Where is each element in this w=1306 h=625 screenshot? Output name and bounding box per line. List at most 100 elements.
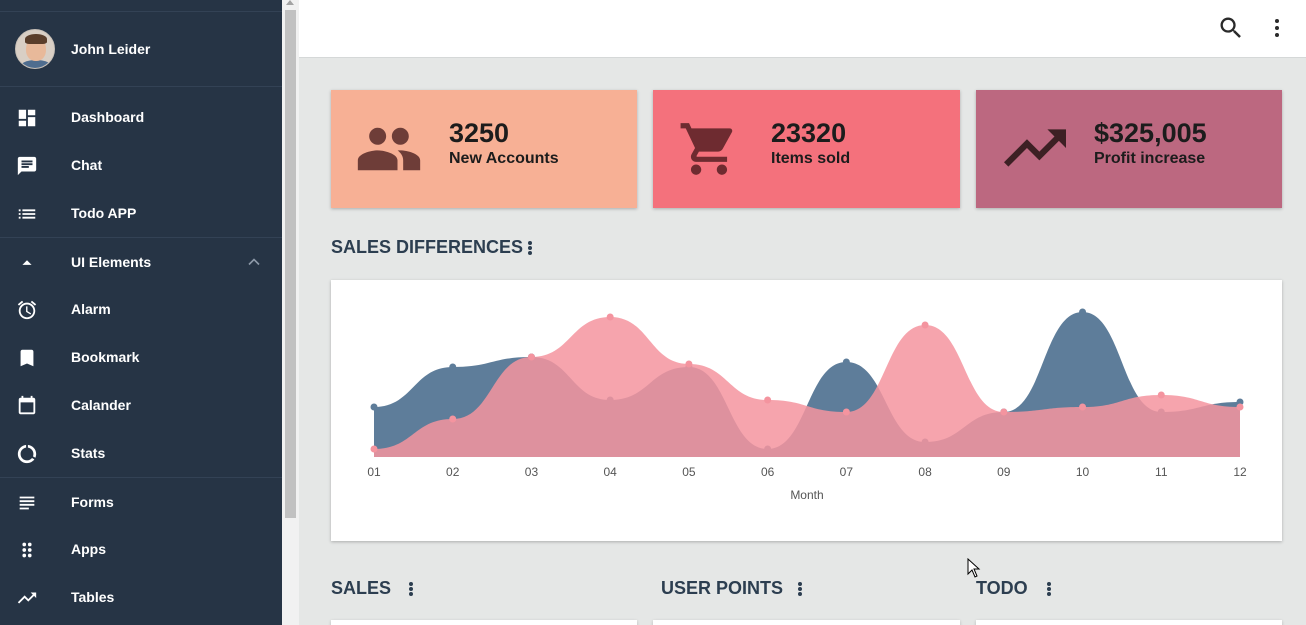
data-point-1-0[interactable] [370,445,378,453]
bookmark-icon [20,349,34,367]
data-point-1-11[interactable] [1236,403,1244,411]
x-tick-label: 09 [997,465,1011,479]
stat-card-items-sold: 23320 Items sold [653,90,960,208]
chat-icon [17,156,37,176]
sidebar-scrollbar[interactable] [282,0,299,625]
section-title-sales: SALES [331,578,392,598]
sidebar-group-ui-elements[interactable]: UI Elements [0,237,282,285]
trending-up-icon [1004,129,1066,167]
more-vert-icon[interactable] [527,240,533,258]
more-vert-icon[interactable] [797,581,803,599]
x-tick-label: 04 [604,465,618,479]
arrow-up-icon [22,260,32,265]
more-vert-icon[interactable] [1046,581,1052,599]
cart-icon [680,123,733,175]
data-point-1-2[interactable] [527,353,535,361]
top-app-bar [299,0,1306,58]
todo-card [976,620,1282,625]
section-title-sales-differences: SALES DIFFERENCES [331,237,524,257]
data-point-1-1[interactable] [449,415,457,423]
data-point-0-6[interactable] [842,358,850,366]
calendar-icon [18,395,36,415]
data-point-1-5[interactable] [764,396,772,404]
sidebar-item-stats[interactable]: Stats [0,429,282,477]
sidebar-item-label: Stats [71,445,106,461]
sidebar-item-chat[interactable]: Chat [0,141,282,189]
sidebar-item-apps[interactable]: Apps [0,525,282,573]
scroll-thumb[interactable] [285,10,296,518]
dashboard-icon [18,109,36,127]
sidebar-item-alarm[interactable]: Alarm [0,285,282,333]
sidebar-item-bookmark[interactable]: Bookmark [0,333,282,381]
data-point-0-1[interactable] [449,363,457,371]
x-tick-label: 06 [761,465,775,479]
search-icon[interactable] [1217,14,1245,42]
sidebar-item-tables[interactable]: Tables [0,573,282,621]
stat-caption: Items sold [771,150,851,167]
list-icon [18,209,36,219]
apps-icon [22,542,32,558]
profile-name: John Leider [71,41,151,57]
sidebar-item-label: Calander [71,397,131,413]
chevron-up-icon[interactable] [244,252,264,272]
sales-card [331,620,637,625]
stat-value: 23320 [771,118,847,148]
sidebar-item-label: Dashboard [71,109,145,125]
x-tick-label: 10 [1076,465,1090,479]
x-tick-label: 03 [525,465,539,479]
x-tick-label: 02 [446,465,460,479]
data-point-1-4[interactable] [685,360,693,368]
sidebar-item-label: Forms [71,493,114,510]
x-tick-label: 01 [367,465,381,479]
data-point-1-6[interactable] [842,408,850,416]
data-point-1-3[interactable] [606,313,614,321]
data-point-1-9[interactable] [1079,403,1087,411]
sidebar-item-forms[interactable]: Forms [0,477,282,525]
sidebar-item-label: UI Elements [71,253,152,270]
sidebar-top-divider [0,0,282,12]
stat-card-new-accounts: 3250 New Accounts [331,90,637,208]
subject-icon [19,496,35,510]
trending-up-icon [17,592,37,604]
stat-caption: Profit increase [1094,150,1206,167]
profile[interactable]: John Leider [0,12,282,87]
sidebar-item-label: Bookmark [71,349,140,365]
more-vert-icon[interactable] [1265,14,1289,42]
x-tick-label: 07 [840,465,854,479]
x-tick-label: 11 [1155,465,1168,479]
sidebar-item-label: Tables [71,589,115,605]
stat-value: $325,005 [1094,118,1207,148]
sidebar-item-label: Todo APP [71,205,137,221]
x-axis-label: Month [790,488,823,502]
sidebar-item-todo[interactable]: Todo APP [0,189,282,237]
user-points-card [653,620,960,625]
x-tick-label: 08 [918,465,932,479]
avatar[interactable] [15,29,55,69]
mouse-cursor-icon [967,558,981,578]
stat-caption: New Accounts [449,150,559,167]
sidebar-item-calendar[interactable]: Calander [0,381,282,429]
more-vert-icon[interactable] [408,581,414,599]
stat-card-profit: $325,005 Profit increase [976,90,1282,208]
alarm-icon [17,300,37,320]
section-title-user-points: USER POINTS [661,578,784,598]
sidebar-item-label: Alarm [71,301,111,317]
data-point-1-7[interactable] [921,321,929,329]
data-point-0-9[interactable] [1079,308,1087,316]
donut-icon [17,444,37,464]
section-title-todo: TODO [976,578,1028,598]
x-tick-label: 05 [682,465,696,479]
sidebar-item-label: Chat [71,157,103,173]
sidebar-item-label: Apps [71,541,106,557]
data-point-1-8[interactable] [1000,408,1008,416]
data-point-1-10[interactable] [1157,391,1165,399]
sidebar-item-dashboard[interactable]: Dashboard [0,93,282,141]
people-icon [357,127,421,171]
sidebar: John Leider Dashboard Chat Todo APP UI E… [0,0,282,625]
x-tick-label: 12 [1233,465,1247,479]
scroll-up-arrow-icon[interactable] [286,0,294,5]
stat-value: 3250 [449,118,510,148]
area-chart: 01 02 03 04 05 06 07 08 09 10 11 12 Month [367,308,1247,502]
sales-differences-chart: 01 02 03 04 05 06 07 08 09 10 11 12 Month [331,280,1282,541]
data-point-0-0[interactable] [370,403,378,411]
